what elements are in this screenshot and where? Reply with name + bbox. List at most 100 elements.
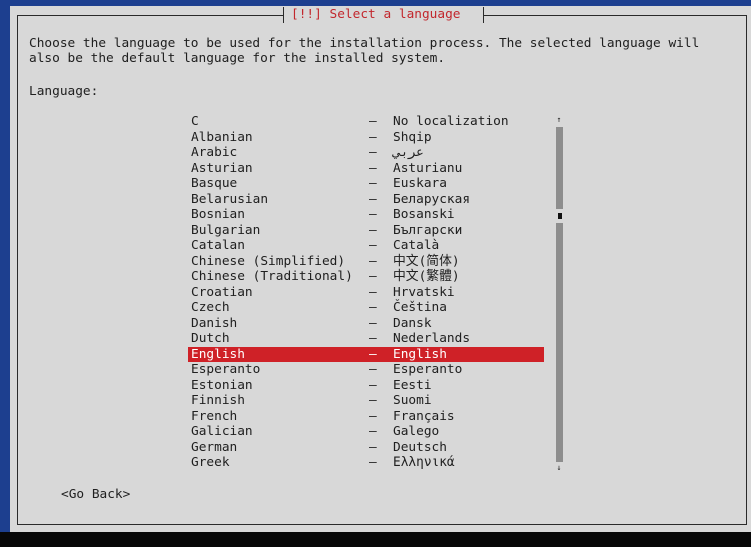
language-option[interactable]: Greek – Ελληνικά (188, 455, 544, 471)
language-separator: – (369, 408, 377, 424)
language-native-name: Shqip (393, 129, 432, 145)
language-option[interactable]: Bulgarian – Български (188, 223, 544, 239)
language-name: Estonian (191, 377, 253, 393)
language-option[interactable]: C – No localization (188, 114, 544, 130)
scroll-track[interactable] (556, 127, 563, 462)
language-option[interactable]: Dutch – Nederlands (188, 331, 544, 347)
language-name: Basque (191, 176, 238, 191)
dialog-description: Choose the language to be used for the i… (29, 36, 700, 66)
language-option[interactable]: German – Deutsch (188, 440, 544, 456)
language-name: Czech (191, 300, 230, 315)
language-option[interactable]: Chinese (Simplified) – 中文(简体) (188, 254, 544, 270)
language-native-name: Esperanto (393, 362, 463, 377)
title-bracket-right (483, 7, 484, 23)
language-separator: – (369, 300, 377, 315)
language-name: Arabic (191, 145, 238, 160)
language-native-name: Nederlands (393, 331, 471, 346)
scroll-thumb[interactable] (555, 209, 564, 223)
language-native-name: Hrvatski (393, 284, 455, 300)
language-native-name: Français (393, 408, 455, 424)
frame-top-left (17, 15, 283, 16)
language-option[interactable]: Arabic – عربي (188, 145, 544, 161)
language-native-name: 中文(简体) (393, 253, 460, 269)
language-name: Chinese (Simplified) (191, 253, 346, 269)
language-native-name: Eesti (393, 377, 432, 393)
language-native-name: Беларуская (393, 191, 471, 207)
dialog-title: [!!] Select a language (291, 7, 461, 22)
language-native-name: Ελληνικά (393, 455, 455, 470)
language-native-name: English (393, 346, 447, 362)
language-separator: – (369, 253, 377, 269)
language-option[interactable]: English – English (188, 346, 544, 362)
language-native-name: Català (393, 238, 440, 253)
language-name: Chinese (Traditional) (191, 269, 353, 284)
language-name: Danish (191, 315, 238, 331)
language-option[interactable]: Albanian – Shqip (188, 130, 544, 146)
language-option[interactable]: Catalan – Català (188, 238, 544, 254)
language-name: Croatian (191, 284, 253, 300)
language-native-name: Galego (393, 424, 440, 439)
language-option[interactable]: Danish – Dansk (188, 316, 544, 332)
language-option[interactable]: Basque – Euskara (188, 176, 544, 192)
language-option[interactable]: Galician – Galego (188, 424, 544, 440)
language-separator: – (369, 129, 377, 145)
language-dialog: [!!] Select a language Choose the langua… (10, 6, 751, 532)
language-option[interactable]: Asturian – Asturianu (188, 161, 544, 177)
language-native-name: Suomi (393, 393, 432, 408)
language-native-name: Čeština (393, 300, 447, 315)
language-list-label: Language: (29, 84, 99, 99)
language-separator: – (369, 176, 377, 191)
scroll-up-icon[interactable]: ↑ (554, 114, 564, 126)
language-separator: – (369, 424, 377, 439)
language-name: Galician (191, 424, 253, 439)
language-separator: – (369, 362, 377, 377)
language-name: Greek (191, 455, 230, 470)
language-name: German (191, 439, 238, 455)
language-native-name: Bosanski (393, 207, 455, 222)
language-scrollbar[interactable]: ↑ ↓ (554, 114, 564, 474)
language-option[interactable]: Belarusian – Беларуская (188, 192, 544, 208)
language-separator: – (369, 207, 377, 222)
bottom-bar (0, 532, 751, 547)
language-native-name: Dansk (393, 315, 432, 331)
language-native-name: 中文(繁體) (393, 269, 460, 284)
frame-top-right (484, 15, 747, 16)
language-option[interactable]: Esperanto – Esperanto (188, 362, 544, 378)
language-native-name: No localization (393, 114, 509, 129)
language-name: Bosnian (191, 207, 245, 222)
language-native-name: Euskara (393, 176, 447, 191)
language-name: Dutch (191, 331, 230, 346)
language-name: Esperanto (191, 362, 261, 377)
language-separator: – (369, 160, 377, 176)
language-option[interactable]: Croatian – Hrvatski (188, 285, 544, 301)
language-name: Catalan (191, 238, 245, 253)
language-separator: – (369, 191, 377, 207)
language-option[interactable]: Bosnian – Bosanski (188, 207, 544, 223)
language-name: Asturian (191, 160, 253, 176)
language-separator: – (369, 269, 377, 284)
language-option[interactable]: Chinese (Traditional) – 中文(繁體) (188, 269, 544, 285)
language-name: Finnish (191, 393, 245, 408)
language-separator: – (369, 222, 377, 238)
language-option[interactable]: French – Français (188, 409, 544, 425)
language-option[interactable]: Finnish – Suomi (188, 393, 544, 409)
language-separator: – (369, 238, 377, 253)
language-list[interactable]: C – No localization Albanian – Shqip Arabic – عر… (188, 114, 544, 471)
language-native-name: Deutsch (393, 439, 447, 455)
go-back-button[interactable]: <Go Back> (61, 487, 130, 502)
language-separator: – (369, 114, 377, 129)
language-option[interactable]: Czech – Čeština (188, 300, 544, 316)
language-separator: – (369, 377, 377, 393)
language-native-name: عربي (393, 145, 424, 160)
language-native-name: Asturianu (393, 160, 463, 176)
language-separator: – (369, 331, 377, 346)
title-bracket-left (283, 7, 284, 23)
language-name: French (191, 408, 238, 424)
language-name: Albanian (191, 129, 253, 145)
installer-screen: [!!] Select a language Choose the langua… (0, 0, 751, 547)
language-separator: – (369, 145, 377, 160)
language-separator: – (369, 346, 377, 362)
language-option[interactable]: Estonian – Eesti (188, 378, 544, 394)
scroll-down-icon[interactable]: ↓ (554, 462, 564, 474)
language-name: C (191, 114, 199, 129)
